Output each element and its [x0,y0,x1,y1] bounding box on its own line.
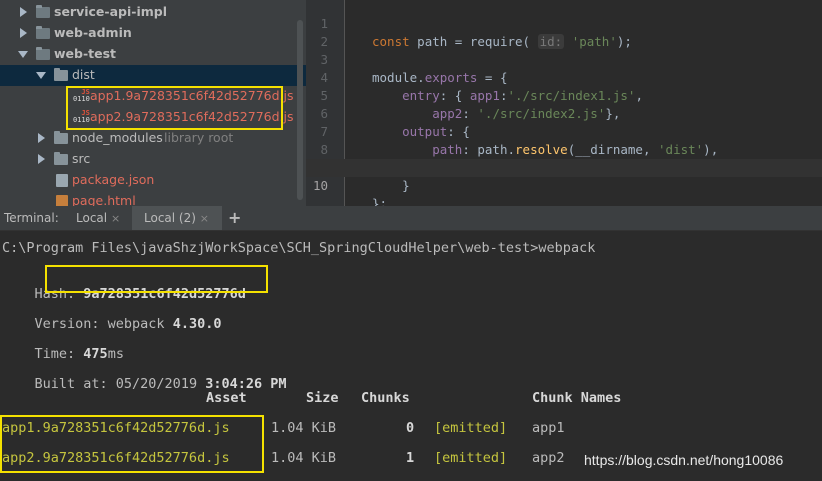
code-line: 8 filename: '[name].[hash].js' [306,123,822,175]
close-icon[interactable]: × [111,212,120,225]
terminal-title: Terminal: [4,211,59,225]
terminal-output[interactable]: C:\Program Files\javaShzjWorkSpace\SCH_S… [0,231,822,481]
tree-item-label: web-test [54,46,117,61]
folder-icon [36,26,50,39]
tree-item-web-test[interactable]: web-test [0,44,306,65]
tab-local[interactable]: Local × [76,211,120,225]
tree-item-node-modules[interactable]: node_modules library root [0,128,306,149]
asset-chunk: 0 [406,420,415,436]
tree-item-label: service-api-impl [54,4,167,19]
folder-icon [36,5,50,18]
chunk-name: app2 [532,450,565,466]
code-editor[interactable]: 1 const path = require( id: 'path'); 2 3… [306,0,822,206]
version-value: 4.30.0 [172,316,222,332]
code-line: 9 } [306,141,822,193]
tab-label: Local [76,211,108,225]
tree-item-label: web-admin [54,25,132,40]
built-label: Built at: 05/20/2019 [34,376,206,392]
highlight-box [45,265,268,293]
folder-icon [54,152,68,165]
code-line: 6 output: { [306,87,822,139]
tree-item-src[interactable]: src [0,149,306,170]
code-line: 2 [306,15,822,49]
watermark: https://blog.csdn.net/hong10086 [584,452,784,468]
expand-arrow-icon[interactable] [38,133,45,143]
tab-local-2[interactable]: Local (2) × [132,206,222,230]
header-chunks: Chunks [361,390,410,406]
highlight-box [66,86,283,130]
asset-size: 1.04 KiB [271,420,337,436]
tree-item-label: dist [72,67,95,82]
emitted-flag: [emitted] [434,420,508,436]
folder-icon [36,47,50,60]
highlight-box [0,415,264,473]
project-tree-panel: service-api-impl web-admin web-test dist… [0,0,306,206]
folder-icon [54,68,68,81]
code-line: 4 entry: { app1:'./src/index1.js', [306,51,822,103]
asset-size: 1.04 KiB [271,450,337,466]
code-line: 7 path: path.resolve(__dirname, 'dist'), [306,105,822,157]
header-size: Size [306,390,339,406]
code-line: 3 module.exports = { [306,33,822,85]
line-number: 10 [312,178,328,193]
tree-item-dist[interactable]: dist [0,65,306,86]
code-line-current: 10 }; [306,159,822,206]
collapse-arrow-icon[interactable] [18,51,28,58]
collapse-arrow-icon[interactable] [36,72,46,79]
library-root-label: library root [164,130,234,145]
tree-item-service-api-impl[interactable]: service-api-impl [0,2,306,23]
html-file-icon [56,195,68,206]
tab-label: Local (2) [144,211,196,225]
tree-item-label: node_modules [72,130,163,145]
json-file-icon [56,174,68,187]
header-asset: Asset [206,390,247,406]
tree-item-label: page.html [72,193,136,206]
expand-arrow-icon[interactable] [38,154,45,164]
tree-item-package-json[interactable]: package.json [0,170,306,191]
chunk-name: app1 [532,420,565,436]
add-tab-icon[interactable]: + [228,208,241,227]
terminal-prompt: C:\Program Files\javaShzjWorkSpace\SCH_S… [2,240,596,256]
tree-item-web-admin[interactable]: web-admin [0,23,306,44]
folder-icon [54,131,68,144]
code-line: 5 app2: './src/index2.js'}, [306,69,822,121]
asset-chunk: 1 [406,450,415,466]
terminal-tab-bar: Terminal: Local × Local (2) × + [0,206,822,231]
emitted-flag: [emitted] [434,450,508,466]
close-icon[interactable]: × [200,212,209,225]
expand-arrow-icon[interactable] [20,7,27,17]
tree-item-page-html[interactable]: page.html [0,191,306,206]
tree-item-label: src [72,151,91,166]
expand-arrow-icon[interactable] [20,28,27,38]
tree-scrollbar[interactable] [297,20,303,200]
header-chunk-names: Chunk Names [532,390,622,406]
code-line: 1 const path = require( id: 'path'); [306,0,822,49]
tree-item-label: package.json [72,172,155,187]
